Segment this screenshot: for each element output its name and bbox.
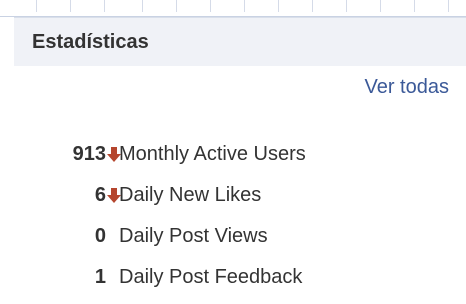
strip-tick <box>448 0 449 12</box>
stat-value: 1 <box>94 266 106 288</box>
strip-tick <box>176 0 177 12</box>
stat-label: Daily Post Views <box>119 225 268 247</box>
top-border-strip <box>0 0 466 17</box>
stat-value: 913 <box>72 143 106 165</box>
strip-tick <box>278 0 279 12</box>
panel-header: Estadísticas <box>14 17 466 66</box>
stat-label: Daily Post Feedback <box>119 266 303 288</box>
strip-tick <box>346 0 347 12</box>
strip-tick <box>244 0 245 12</box>
strip-tick <box>70 0 71 12</box>
strip-tick <box>312 0 313 12</box>
stat-value: 6 <box>94 184 106 206</box>
stat-value: 0 <box>94 225 106 247</box>
stats-list: 913 Monthly Active Users 6 Daily New Lik… <box>0 140 466 304</box>
stat-row-daily-new-likes: 6 Daily New Likes <box>0 181 466 222</box>
strip-tick <box>36 0 37 12</box>
stat-row-daily-post-views: 0 Daily Post Views <box>0 222 466 263</box>
stat-label: Monthly Active Users <box>119 143 306 165</box>
strip-tick <box>104 0 105 12</box>
strip-tick <box>210 0 211 12</box>
strip-tick <box>380 0 381 12</box>
stat-row-daily-post-feedback: 1 Daily Post Feedback <box>0 263 466 304</box>
stat-row-monthly-active-users: 913 Monthly Active Users <box>0 140 466 181</box>
strip-tick <box>414 0 415 12</box>
panel-title: Estadísticas <box>32 31 149 53</box>
stat-label: Daily New Likes <box>119 184 262 206</box>
see-all-link[interactable]: Ver todas <box>0 76 449 99</box>
strip-tick <box>142 0 143 12</box>
